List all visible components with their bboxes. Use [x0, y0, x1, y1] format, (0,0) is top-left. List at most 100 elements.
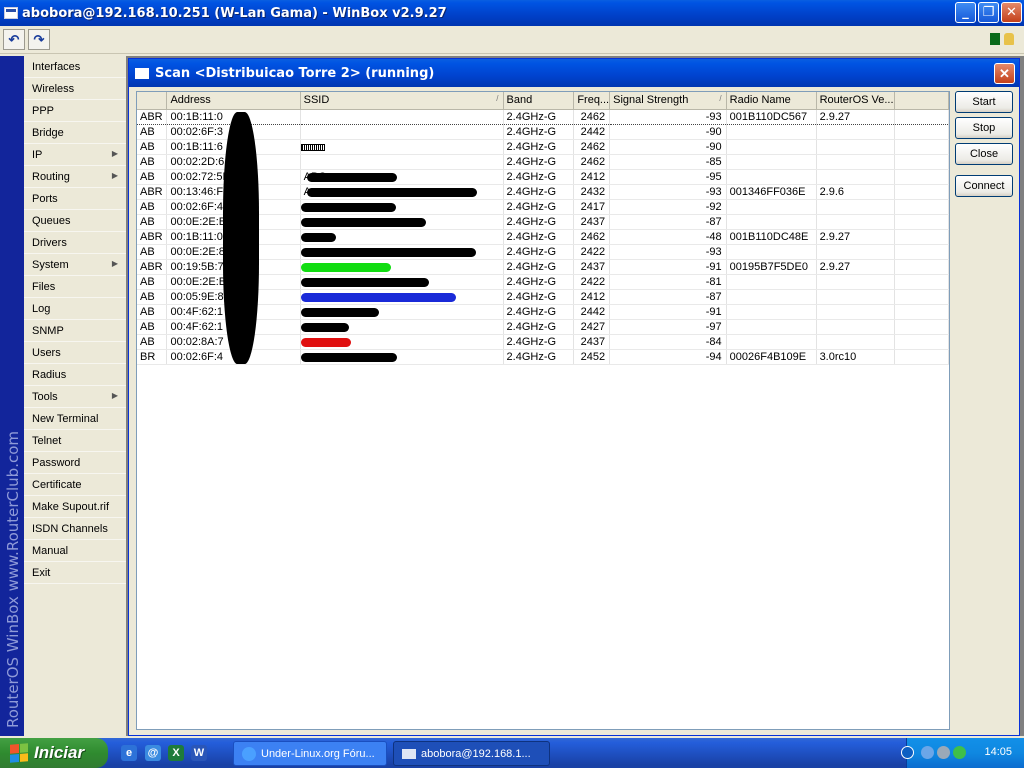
- table-row[interactable]: AB 00:4F:62:1 2.4GHz-G 2442 -91: [137, 304, 949, 320]
- app-title-bar[interactable]: abobora@192.168.10.251 (W-Lan Gama) - Wi…: [0, 0, 1024, 26]
- table-row[interactable]: AB 00:05:9E:8 2.4GHz-G 2412 -87: [137, 289, 949, 305]
- ssid-redaction: [301, 278, 429, 287]
- menu-item-exit[interactable]: Exit: [24, 562, 126, 584]
- cell-flags: AB: [137, 154, 168, 170]
- close-button[interactable]: ✕: [1001, 2, 1022, 23]
- close-scan-button[interactable]: Close: [955, 143, 1013, 165]
- window-icon: [135, 67, 149, 79]
- menu-item-routing[interactable]: Routing ▶: [24, 166, 126, 188]
- column-header-band[interactable]: Band: [503, 92, 575, 110]
- menu-item-snmp[interactable]: SNMP: [24, 320, 126, 342]
- menu-item-system[interactable]: System ▶: [24, 254, 126, 276]
- show-hidden-icons-icon[interactable]: [901, 746, 914, 759]
- cell-band: 2.4GHz-G: [503, 229, 575, 245]
- menu-item-make-supout-rif[interactable]: Make Supout.rif: [24, 496, 126, 518]
- column-header-signal[interactable]: Signal Strength /: [609, 92, 727, 110]
- cell-signal: -81: [609, 274, 727, 290]
- ssid-redaction: [301, 233, 336, 242]
- column-header-radio-name[interactable]: Radio Name: [726, 92, 817, 110]
- cell-signal: -94: [609, 349, 727, 365]
- cell-filler: [894, 108, 949, 125]
- column-header-address[interactable]: Address: [166, 92, 301, 110]
- cell-signal: -87: [609, 289, 727, 305]
- table-row[interactable]: AB 00:02:8A:7 2.4GHz-G 2437 -84: [137, 334, 949, 350]
- column-header-flags[interactable]: [137, 92, 168, 110]
- cell-ros: [816, 169, 895, 185]
- cell-signal: -90: [609, 139, 727, 155]
- cell-radio: [726, 244, 817, 260]
- minimize-button[interactable]: _: [955, 2, 976, 23]
- cell-flags: AB: [137, 139, 168, 155]
- table-row[interactable]: BR 00:02:6F:4 2.4GHz-G 2452 -94 00026F4B109E 3…: [137, 349, 949, 365]
- antivirus-icon[interactable]: [953, 746, 966, 759]
- table-row[interactable]: AB 00:02:6F:3 2.4GHz-G 2442 -90: [137, 124, 949, 140]
- ssid-redaction: [301, 293, 456, 302]
- menu-item-label: Make Supout.rif: [32, 500, 110, 513]
- maximize-button[interactable]: ❐: [978, 2, 999, 23]
- table-row[interactable]: AB00:02:72:5BABC2.4GHz-G2412-95: [137, 169, 949, 185]
- menu-item-telnet[interactable]: Telnet: [24, 430, 126, 452]
- table-row[interactable]: AB 00:1B:11:6 2.4GHz-G 2462 -90: [137, 139, 949, 155]
- menu-item-tools[interactable]: Tools ▶: [24, 386, 126, 408]
- scan-results-table[interactable]: Address SSID / Band Freq... Signal Strength / R…: [136, 91, 950, 730]
- start-button[interactable]: Start: [955, 91, 1013, 113]
- menu-item-certificate[interactable]: Certificate: [24, 474, 126, 496]
- scan-window-title-bar[interactable]: Scan <Distribuicao Torre 2> (running): [129, 59, 1019, 87]
- word-icon[interactable]: W: [191, 745, 207, 761]
- security-icon[interactable]: [937, 746, 950, 759]
- menu-item-isdn-channels[interactable]: ISDN Channels: [24, 518, 126, 540]
- column-header-filler: [894, 92, 949, 110]
- cell-ssid: [300, 108, 504, 125]
- cell-band: 2.4GHz-G: [503, 259, 575, 275]
- column-header-routeros-version[interactable]: RouterOS Ve...: [816, 92, 895, 110]
- cell-flags: AB: [137, 334, 168, 350]
- table-row[interactable]: AB 00:02:2D:6 2.4GHz-G 2462 -85: [137, 154, 949, 170]
- cell-radio: [726, 304, 817, 320]
- menu-item-password[interactable]: Password: [24, 452, 126, 474]
- browser-icon[interactable]: @: [145, 745, 161, 761]
- cell-ros: [816, 199, 895, 215]
- cell-flags: BR: [137, 349, 168, 365]
- cell-ros: 2.9.6: [816, 184, 895, 200]
- cell-band: 2.4GHz-G: [503, 334, 575, 350]
- menu-item-wireless[interactable]: Wireless: [24, 78, 126, 100]
- cell-signal: -84: [609, 334, 727, 350]
- winbox-app-icon[interactable]: [4, 7, 18, 19]
- start-button-taskbar[interactable]: Iniciar: [0, 738, 108, 768]
- menu-item-files[interactable]: Files: [24, 276, 126, 298]
- menu-item-bridge[interactable]: Bridge: [24, 122, 126, 144]
- menu-item-radius[interactable]: Radius: [24, 364, 126, 386]
- column-header-freq[interactable]: Freq...: [573, 92, 611, 110]
- menu-item-new-terminal[interactable]: New Terminal: [24, 408, 126, 430]
- column-header-ssid[interactable]: SSID /: [300, 92, 504, 110]
- connect-button[interactable]: Connect: [955, 175, 1013, 197]
- cell-band: 2.4GHz-G: [503, 319, 575, 335]
- redo-button[interactable]: ↷: [28, 29, 50, 50]
- cell-ros: [816, 244, 895, 260]
- table-row[interactable]: AB 00:4F:62:1 2.4GHz-G 2427 -97: [137, 319, 949, 335]
- menu-item-interfaces[interactable]: Interfaces: [24, 56, 126, 78]
- cell-flags: AB: [137, 274, 168, 290]
- menu-item-manual[interactable]: Manual: [24, 540, 126, 562]
- menu-item-log[interactable]: Log: [24, 298, 126, 320]
- scan-close-icon[interactable]: ✕: [994, 63, 1015, 84]
- menu-item-ports[interactable]: Ports: [24, 188, 126, 210]
- network-icon[interactable]: [921, 746, 934, 759]
- menu-item-ppp[interactable]: PPP: [24, 100, 126, 122]
- task-button-forum[interactable]: Under-Linux.org Fóru...: [233, 741, 387, 766]
- taskbar: Iniciar e @ X W Under-Linux.org Fóru... …: [0, 738, 1024, 768]
- cell-filler: [894, 169, 949, 185]
- menu-item-queues[interactable]: Queues: [24, 210, 126, 232]
- ssid-redaction: [301, 248, 476, 257]
- internet-explorer-icon[interactable]: e: [121, 745, 137, 761]
- menu-item-users[interactable]: Users: [24, 342, 126, 364]
- menu-item-ip[interactable]: IP ▶: [24, 144, 126, 166]
- stop-button[interactable]: Stop: [955, 117, 1013, 139]
- undo-button[interactable]: ↶: [3, 29, 25, 50]
- cell-radio: [726, 334, 817, 350]
- table-row[interactable]: ABR 00:1B:11:0 2.4GHz-G 2462 -93 001B110DC567…: [137, 108, 949, 125]
- cell-freq: 2462: [573, 139, 611, 155]
- menu-item-drivers[interactable]: Drivers: [24, 232, 126, 254]
- task-button-winbox[interactable]: abobora@192.168.1...: [393, 741, 550, 766]
- excel-icon[interactable]: X: [168, 745, 184, 761]
